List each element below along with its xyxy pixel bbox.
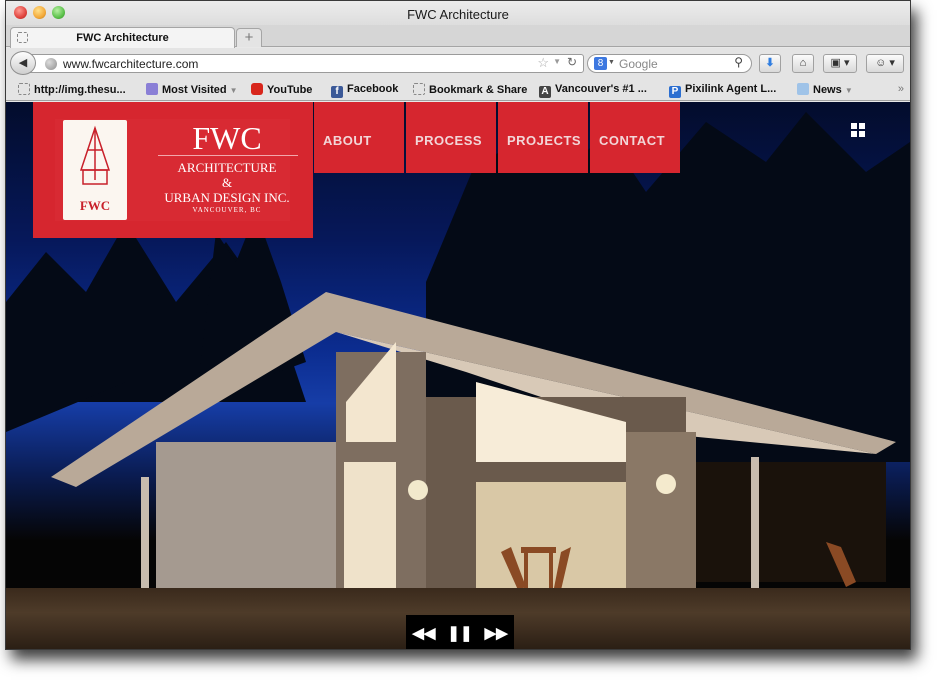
search-engine-dropdown-icon[interactable]: ▼ bbox=[608, 59, 615, 66]
navigation-toolbar: www.fwcarchitecture.com ☆ ▼ ↻ ◀ 8 ▼ Goog… bbox=[6, 48, 910, 79]
page-icon bbox=[18, 83, 30, 95]
bookmark-item[interactable]: Most Visited ▼ bbox=[146, 83, 238, 96]
site-logo[interactable]: FWC FWC ARCHITECTURE & URBAN DESIGN INC.… bbox=[33, 102, 313, 238]
logo-emblem-icon: FWC bbox=[63, 120, 127, 220]
monkey-icon: ☺ ▾ bbox=[875, 57, 895, 69]
pause-icon[interactable]: ❚❚ bbox=[447, 624, 472, 642]
smart-folder-icon bbox=[146, 83, 158, 95]
logo-line-location: VANCOUVER, BC bbox=[192, 206, 262, 214]
main-nav: ABOUT PROCESS PROJECTS CONTACT bbox=[314, 102, 682, 173]
extension-button[interactable]: ☺ ▾ bbox=[866, 54, 904, 73]
bookmark-item[interactable]: http://img.thesu... bbox=[18, 83, 126, 96]
download-arrow-icon: ⬇ bbox=[765, 57, 775, 69]
logo-line-ampersand: & bbox=[221, 175, 233, 190]
nav-projects[interactable]: PROJECTS bbox=[498, 102, 588, 173]
grid-view-icon[interactable] bbox=[851, 123, 865, 137]
logo-name: FWC bbox=[192, 120, 262, 156]
bookmark-item[interactable]: f Facebook bbox=[331, 83, 398, 98]
web-page: FWC FWC ARCHITECTURE & URBAN DESIGN INC.… bbox=[6, 102, 910, 649]
title-bar: FWC Architecture bbox=[6, 1, 910, 27]
back-arrow-icon: ◀ bbox=[18, 57, 28, 69]
logo-line-urban-design: URBAN DESIGN INC. bbox=[164, 190, 290, 205]
back-button[interactable]: ◀ bbox=[10, 51, 36, 75]
bookmark-item[interactable]: YouTube bbox=[251, 83, 312, 96]
nav-about[interactable]: ABOUT bbox=[314, 102, 404, 173]
google-icon[interactable]: 8 bbox=[594, 57, 607, 70]
search-input[interactable]: Google bbox=[619, 57, 658, 71]
chevron-down-icon: ▼ bbox=[844, 86, 853, 95]
bookmark-star-icon[interactable]: ☆ bbox=[537, 55, 549, 71]
downloads-button[interactable]: ⬇ bbox=[759, 54, 781, 73]
logo-line-architecture: ARCHITECTURE bbox=[177, 160, 277, 175]
slideshow-controls: ◀◀ ❚❚ ▶▶ bbox=[406, 615, 514, 649]
window-title: FWC Architecture bbox=[407, 7, 509, 22]
chevron-down-icon: ▼ bbox=[229, 86, 238, 95]
home-icon: ⌂ bbox=[799, 57, 807, 69]
bookmark-item[interactable]: P Pixilink Agent L... bbox=[669, 83, 776, 98]
nav-process[interactable]: PROCESS bbox=[406, 102, 496, 173]
bookmark-item[interactable]: A Vancouver's #1 ... bbox=[539, 83, 647, 98]
nav-contact[interactable]: CONTACT bbox=[590, 102, 680, 173]
globe-icon bbox=[45, 58, 57, 70]
facebook-icon: f bbox=[331, 86, 343, 98]
fast-forward-icon[interactable]: ▶▶ bbox=[485, 624, 508, 642]
logo-divider bbox=[158, 155, 298, 156]
bookmarks-overflow-button[interactable]: » bbox=[898, 83, 904, 95]
page-icon bbox=[413, 83, 425, 95]
url-history-dropdown-icon[interactable]: ▼ bbox=[553, 57, 561, 66]
bookmark-item[interactable]: News ▼ bbox=[797, 83, 853, 96]
bookmarks-menu-button[interactable]: ▣ ▾ bbox=[823, 54, 857, 73]
reload-icon[interactable]: ↻ bbox=[567, 55, 577, 69]
bookmarks-icon: ▣ ▾ bbox=[830, 57, 850, 69]
bookmarks-toolbar: http://img.thesu... Most Visited ▼ YouTu… bbox=[6, 79, 910, 101]
p-icon: P bbox=[669, 86, 681, 98]
bookmark-item[interactable]: Bookmark & Share bbox=[413, 83, 527, 96]
rewind-icon[interactable]: ◀◀ bbox=[412, 624, 435, 642]
address-bar[interactable]: www.fwcarchitecture.com ☆ ▼ ↻ bbox=[30, 54, 584, 73]
tab-strip: FWC Architecture + bbox=[6, 25, 910, 48]
tab-fwc-architecture[interactable]: FWC Architecture bbox=[10, 27, 235, 48]
search-box[interactable]: 8 ▼ Google ⚲ bbox=[587, 54, 752, 73]
tab-label: FWC Architecture bbox=[76, 32, 169, 44]
magnifier-icon[interactable]: ⚲ bbox=[734, 55, 743, 69]
a-icon: A bbox=[539, 86, 551, 98]
youtube-icon bbox=[251, 83, 263, 95]
new-tab-button[interactable]: + bbox=[236, 28, 262, 47]
home-button[interactable]: ⌂ bbox=[792, 54, 814, 73]
folder-icon bbox=[797, 83, 809, 95]
browser-window: FWC Architecture FWC Architecture + www.… bbox=[5, 0, 911, 650]
logo-mark-text: FWC bbox=[79, 198, 111, 213]
url-text[interactable]: www.fwcarchitecture.com bbox=[63, 57, 198, 71]
tower-sketch-icon bbox=[79, 125, 111, 185]
